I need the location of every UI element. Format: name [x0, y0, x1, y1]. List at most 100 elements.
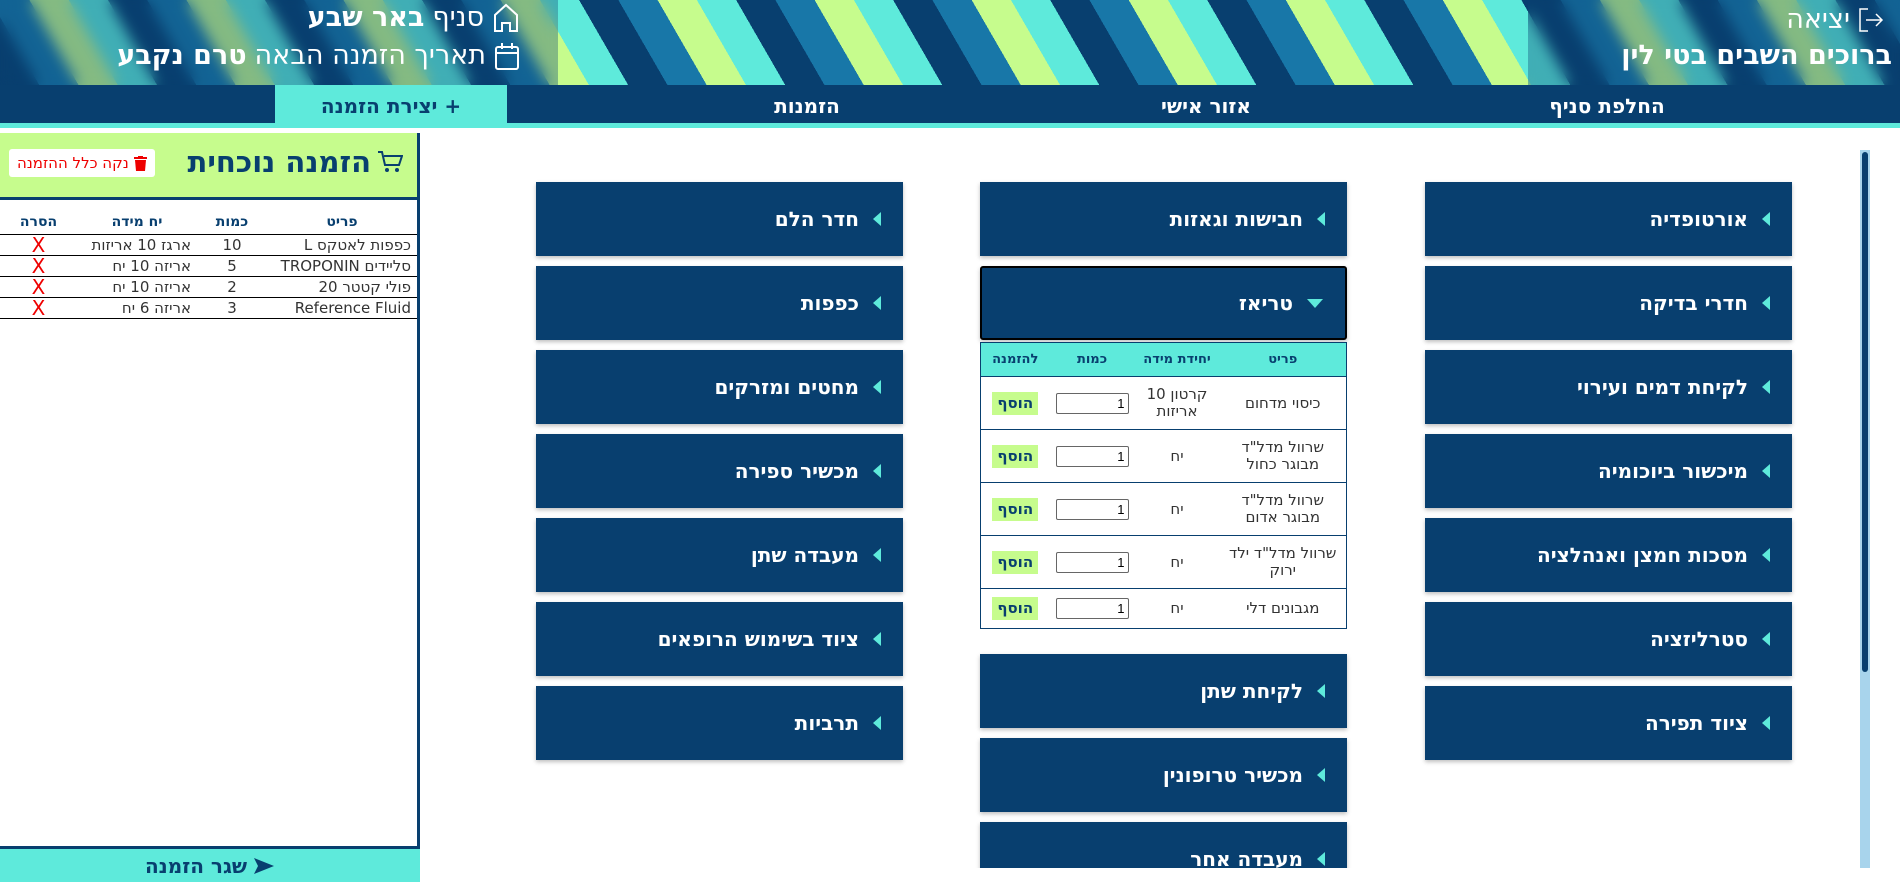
category-label: לקיחת שתן [1200, 679, 1303, 703]
order-item: פולי קטטר 20 [267, 276, 417, 298]
caret-right-icon [873, 212, 881, 226]
category-label: טריאז [1238, 291, 1293, 315]
category-label: לקיחת דמים ועירוי [1577, 375, 1748, 399]
order-item: סליידים TROPONIN [267, 255, 417, 277]
caret-right-icon [1762, 548, 1770, 562]
category-button[interactable]: לקיחת דמים ועירוי [1425, 350, 1792, 424]
remove-item-button[interactable]: X [0, 276, 77, 298]
nav-create-order[interactable]: + יצירת הזמנה [275, 85, 507, 128]
item-name: שרוול מדל"ד מבוגר כחול [1219, 429, 1347, 483]
caret-right-icon [873, 464, 881, 478]
category-label: חבישות וגאזות [1169, 207, 1303, 231]
caret-right-icon [873, 716, 881, 730]
add-to-order-button[interactable]: הוסף [992, 391, 1039, 415]
current-order-table: פריט כמות יח מידה הסרה כפפות לאטקס L 10 … [0, 210, 417, 319]
item-name: מגבונים דלי [1246, 599, 1320, 617]
quantity-input[interactable] [1055, 392, 1129, 414]
category-button[interactable]: מכשיר ספירה [536, 434, 903, 508]
category-label: אורטופדיה [1649, 207, 1748, 231]
triage-item-row: שרוול מדל"ד ילד ירוק יח הוסף [980, 535, 1347, 589]
category-button[interactable]: מעבדה אחר [980, 822, 1347, 868]
caret-right-icon [873, 632, 881, 646]
category-button[interactable]: לקיחת שתן [980, 654, 1347, 728]
category-label: כפפות [800, 291, 859, 315]
nav-switch-branch[interactable]: החלפת סניף [1507, 85, 1707, 128]
send-order-button[interactable]: שגר הזמנה [0, 846, 420, 882]
caret-right-icon [1762, 380, 1770, 394]
category-button[interactable]: סטרליזציה [1425, 602, 1792, 676]
branch-prefix: סניף [432, 2, 484, 33]
quantity-input[interactable] [1055, 498, 1129, 520]
triage-item-row: מגבונים דלי יח הוסף [981, 589, 1347, 629]
remove-item-button[interactable]: X [0, 297, 77, 319]
add-to-order-button[interactable]: הוסף [992, 550, 1039, 574]
order-qty: 5 [197, 255, 267, 277]
remove-item-button[interactable]: X [0, 255, 77, 277]
category-label: ציוד תפירה [1644, 711, 1748, 735]
order-row: כפפות לאטקס L 10 ארגז 10 אריזות X [0, 234, 417, 256]
nav-personal-area[interactable]: אזור אישי [1106, 85, 1306, 128]
next-order-info: תאריך הזמנה הבאה טרם נקבע [117, 40, 520, 71]
branch-info: סניף באר שבע [308, 2, 520, 33]
col-order: להזמנה [980, 342, 1050, 377]
nav-orders[interactable]: הזמנות [707, 85, 907, 128]
col-unit: יחידת מידה [1134, 342, 1220, 377]
col-unit: יח מידה [77, 210, 197, 235]
quantity-input[interactable] [1055, 445, 1129, 467]
order-qty: 3 [197, 297, 267, 319]
order-unit: אריזה 10 יח [77, 276, 197, 298]
order-item: כפפות לאטקס L [267, 234, 417, 256]
category-button[interactable]: מחטים ומזרקים [536, 350, 903, 424]
quantity-input[interactable] [1055, 598, 1129, 619]
triage-item-row: כיסוי מדחום קרטון 10 אריזות הוסף [980, 376, 1347, 430]
caret-right-icon [873, 548, 881, 562]
caret-right-icon [1317, 212, 1325, 226]
col-remove: הסרה [0, 210, 77, 235]
quantity-input[interactable] [1055, 551, 1129, 573]
current-order-header: הזמנה נוכחית נקה כלל ההזמנה [0, 133, 417, 200]
order-unit: אריזה 6 יח [77, 297, 197, 319]
scrollbar-thumb[interactable] [1862, 152, 1868, 672]
remove-item-button[interactable]: X [0, 234, 77, 256]
category-button[interactable]: כפפות [536, 266, 903, 340]
add-to-order-button[interactable]: הוסף [992, 497, 1039, 521]
clear-order-label: נקה כלל ההזמנה [17, 154, 129, 172]
current-order-title-text: הזמנה נוכחית [187, 145, 371, 179]
category-button[interactable]: אורטופדיה [1425, 182, 1792, 256]
logout-button[interactable]: יציאה [1786, 4, 1884, 35]
triage-items-table: פריט יחידת מידה כמות להזמנה כיסוי מדחום … [980, 342, 1347, 629]
caret-right-icon [1762, 716, 1770, 730]
category-label: מעבדה שתן [750, 543, 859, 567]
category-button[interactable]: תרביות [536, 686, 903, 760]
category-button[interactable]: ציוד בשימוש הרופאים [536, 602, 903, 676]
logout-label: יציאה [1786, 4, 1850, 35]
item-unit: יח [1170, 599, 1184, 617]
logout-icon [1859, 7, 1884, 32]
category-button[interactable]: מכשיר טרופונין [980, 738, 1347, 812]
category-button[interactable]: ציוד תפירה [1425, 686, 1792, 760]
category-button[interactable]: טריאז [980, 266, 1347, 340]
main-nav: + יצירת הזמנה הזמנות אזור אישי החלפת סני… [0, 85, 1900, 128]
add-to-order-button[interactable]: הוסף [992, 597, 1039, 620]
category-button[interactable]: מסכות חמצן ואנהלציה [1425, 518, 1792, 592]
category-button[interactable]: מיכשור ביוכומיה [1425, 434, 1792, 508]
order-unit: ארגז 10 אריזות [77, 234, 197, 256]
scrollbar[interactable] [1860, 150, 1870, 868]
branch-name: באר שבע [307, 2, 425, 33]
category-button[interactable]: חדר הלם [536, 182, 903, 256]
caret-right-icon [1762, 212, 1770, 226]
item-name: שרוול מדל"ד ילד ירוק [1219, 535, 1347, 589]
order-row: Reference Fluid 3 אריזה 6 יח X [0, 297, 417, 319]
trash-icon [133, 155, 147, 171]
category-button[interactable]: חדרי בדיקה [1425, 266, 1792, 340]
category-button[interactable]: חבישות וגאזות [980, 182, 1347, 256]
item-unit: יח [1134, 429, 1220, 483]
col-qty: כמות [1049, 342, 1135, 377]
categories-area: אורטופדיה חדרי בדיקה לקיחת דמים ועירוי מיכש… [423, 133, 1900, 868]
category-button[interactable]: מעבדה שתן [536, 518, 903, 592]
send-icon [254, 857, 275, 874]
add-to-order-button[interactable]: הוסף [992, 444, 1039, 468]
clear-order-button[interactable]: נקה כלל ההזמנה [9, 149, 155, 177]
caret-right-icon [1317, 684, 1325, 698]
category-label: חדר הלם [774, 207, 859, 231]
